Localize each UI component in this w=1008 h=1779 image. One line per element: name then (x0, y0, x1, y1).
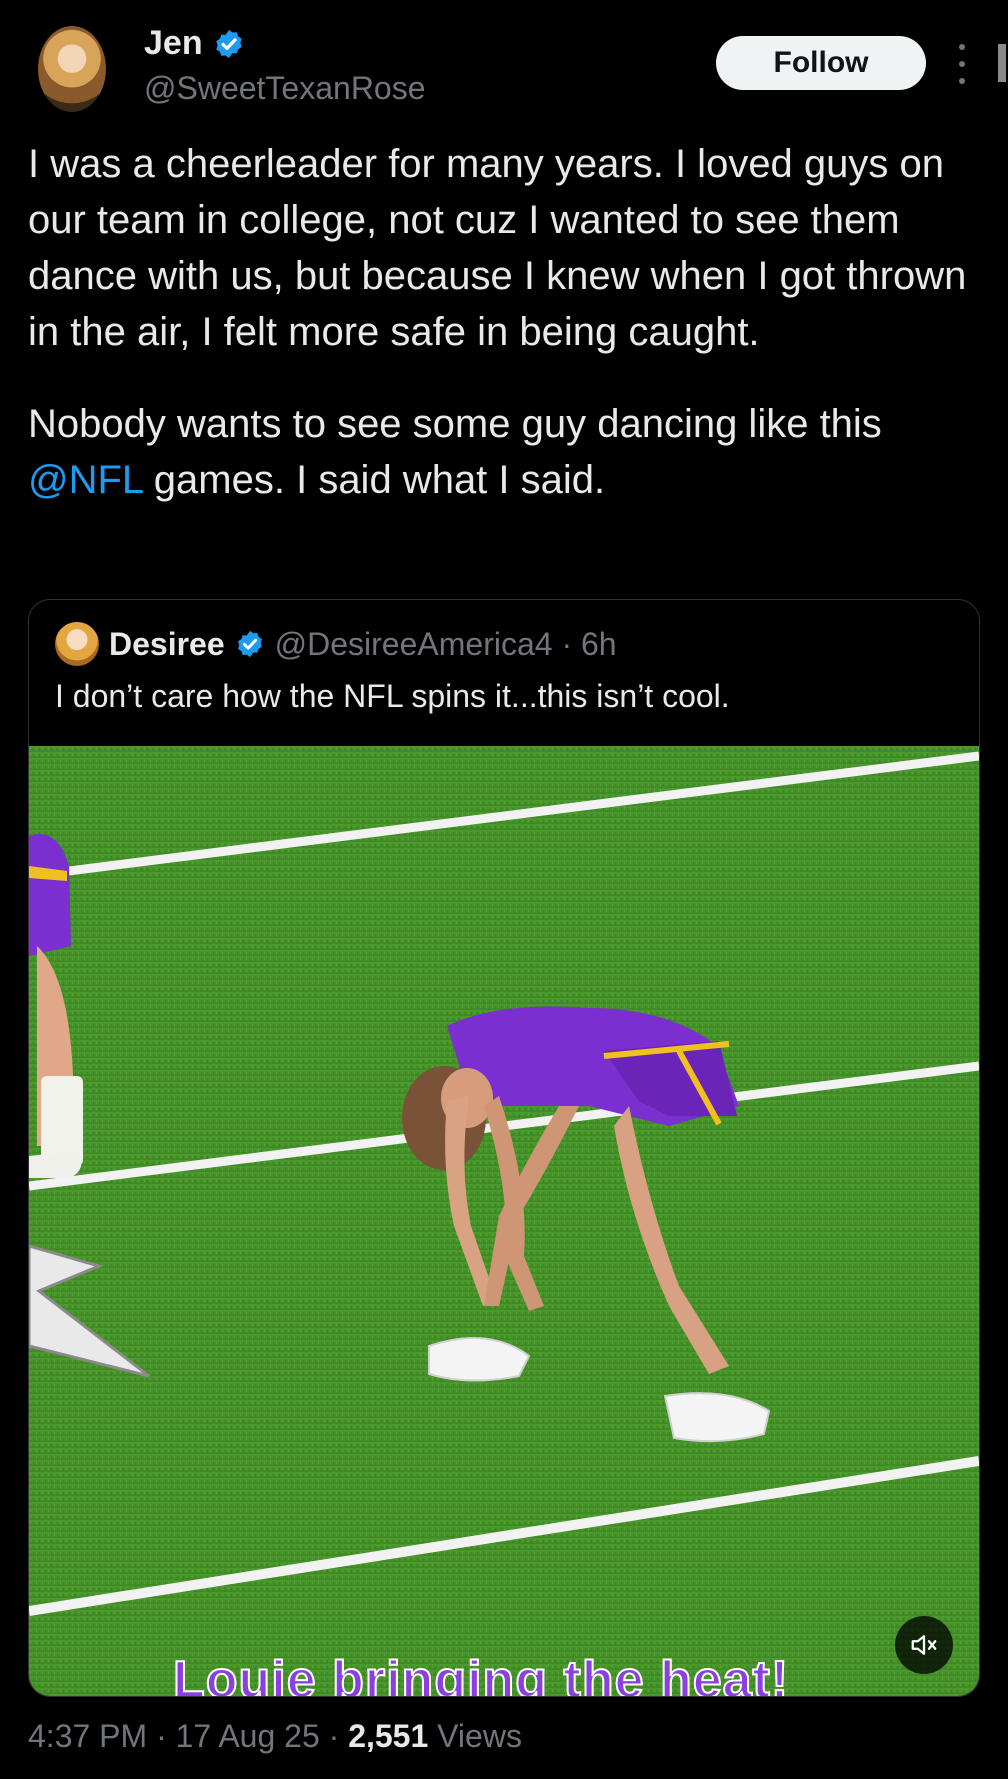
author-name-row: Jen (144, 24, 245, 63)
volume-muted-icon[interactable] (895, 1616, 953, 1674)
quoted-avatar[interactable] (55, 622, 99, 666)
quoted-handle-time: @DesireeAmerica4 · 6h (275, 626, 617, 663)
tweet-time[interactable]: 4:37 PM (28, 1718, 147, 1754)
quoted-separator: · (552, 625, 581, 662)
quoted-author-name[interactable]: Desiree (109, 626, 225, 663)
tweet-text: I was a cheerleader for many years. I lo… (28, 136, 978, 508)
video-frame (29, 746, 979, 1696)
tweet-meta: 4:37 PM · 17 Aug 25 · 2,551 Views (28, 1718, 522, 1754)
quoted-time[interactable]: 6h (581, 626, 617, 662)
verified-badge-icon (215, 29, 242, 58)
verified-badge-icon (237, 630, 262, 658)
nfl-mention-link[interactable]: @NFL (28, 458, 143, 502)
views-label: Views (437, 1718, 522, 1754)
more-vertical-icon[interactable] (952, 44, 972, 84)
tweet-date[interactable]: 17 Aug 25 (176, 1718, 320, 1754)
author-name[interactable]: Jen (144, 24, 203, 63)
tweet-paragraph-1: I was a cheerleader for many years. I lo… (28, 142, 967, 354)
quoted-text: I don’t care how the NFL spins it...this… (55, 678, 730, 714)
tweet-header: Jen @SweetTexanRose Follow (0, 0, 1008, 130)
author-avatar[interactable] (38, 26, 106, 112)
scrollbar[interactable] (998, 44, 1006, 82)
tweet-paragraph-2-end: games. I said what I said. (142, 458, 606, 502)
video-caption: Louie bringing the heat! (172, 1650, 790, 1696)
follow-button[interactable]: Follow (716, 36, 926, 90)
author-handle[interactable]: @SweetTexanRose (144, 70, 426, 107)
quoted-header: Desiree @DesireeAmerica4 · 6h (55, 622, 617, 666)
tweet-paragraph-2: Nobody wants to see some guy dancing lik… (28, 396, 978, 508)
quoted-handle[interactable]: @DesireeAmerica4 (275, 626, 553, 662)
views-count: 2,551 (348, 1718, 429, 1754)
quoted-tweet[interactable]: Desiree @DesireeAmerica4 · 6h I don’t ca… (28, 599, 980, 1697)
video-player[interactable]: Louie bringing the heat! (29, 746, 979, 1696)
tweet-paragraph-2-start: Nobody wants to see some guy dancing lik… (28, 402, 882, 446)
